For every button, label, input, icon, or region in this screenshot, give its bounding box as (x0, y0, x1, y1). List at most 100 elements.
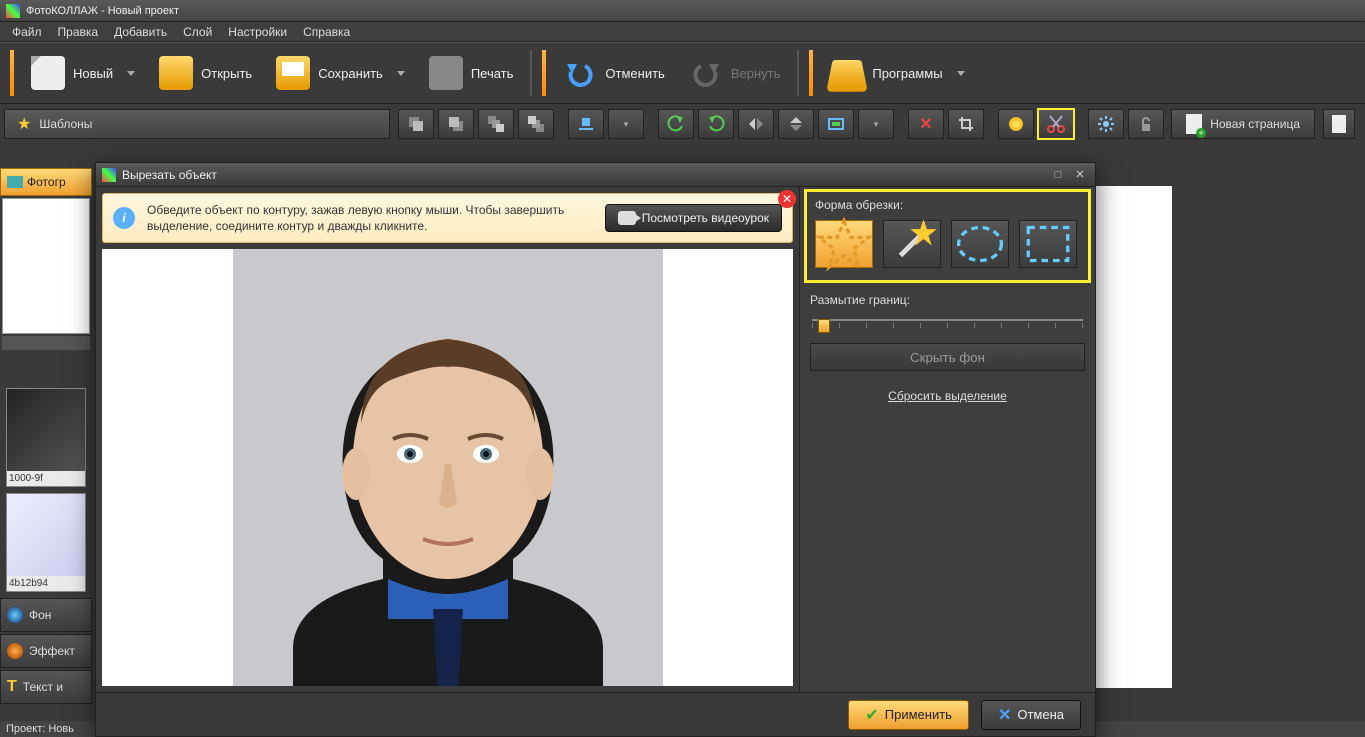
menu-settings[interactable]: Настройки (222, 23, 293, 41)
undo-label: Отменить (605, 66, 664, 81)
menu-layer[interactable]: Слой (177, 23, 218, 41)
toolbar-accent (10, 50, 14, 96)
thumbnail-item[interactable]: 1000-9f (6, 388, 86, 487)
text-icon: T (7, 678, 17, 696)
lock-button[interactable] (1128, 109, 1164, 139)
align-center-button[interactable] (568, 109, 604, 139)
send-back-button[interactable] (518, 109, 554, 139)
watch-video-button[interactable]: Посмотреть видеоурок (605, 204, 782, 232)
info-banner: i Обведите объект по контуру, зажав леву… (102, 193, 793, 243)
thumbnail-strip[interactable] (2, 198, 90, 334)
sidebar-fx-label: Эффект (29, 644, 75, 658)
templates-button[interactable]: ★ Шаблоны (4, 109, 390, 139)
flip-v-button[interactable] (778, 109, 814, 139)
bring-front-button[interactable] (478, 109, 514, 139)
toolbar-accent (542, 50, 546, 96)
thumbnail-image (7, 494, 85, 576)
cut-object-dialog: Вырезать объект □ ✕ i Обведите объект по… (95, 162, 1096, 737)
x-icon: ✕ (998, 705, 1011, 725)
globe-icon (7, 607, 23, 623)
toolbar-accent (809, 50, 813, 96)
banner-close-button[interactable]: ✕ (778, 190, 796, 208)
fit-screen-button[interactable] (818, 109, 854, 139)
sidebar-bg-label: Фон (29, 608, 51, 622)
fit-dropdown-button[interactable]: ▾ (858, 109, 894, 139)
align-dropdown-button[interactable]: ▾ (608, 109, 644, 139)
secondary-toolbar-row: ★ Шаблоны ▾ ▾ ✕ + Новая страница (0, 104, 1365, 144)
maximize-button[interactable]: □ (1049, 168, 1067, 182)
apply-label: Применить (885, 707, 952, 722)
rotate-cw-button[interactable] (698, 109, 734, 139)
crop-shape-label: Форма обрезки: (815, 198, 1080, 212)
chevron-down-icon (127, 71, 135, 76)
settings-button[interactable] (1088, 109, 1124, 139)
hide-background-button[interactable]: Скрыть фон (810, 343, 1085, 371)
sidebar-section-fx[interactable]: Эффект (0, 634, 92, 668)
image-preview-area[interactable] (102, 249, 793, 686)
cut-object-button[interactable] (1038, 109, 1074, 139)
apply-button[interactable]: ✔ Применить (848, 700, 969, 730)
page-gear-icon (1332, 115, 1346, 133)
new-file-icon (31, 56, 65, 90)
undo-button[interactable]: Отменить (552, 46, 675, 100)
reset-selection-link[interactable]: Сбросить выделение (810, 389, 1085, 403)
bring-forward-button[interactable] (398, 109, 434, 139)
thumbnail-caption: 1000-9f (7, 471, 85, 486)
shape-rect-button[interactable] (1019, 220, 1077, 268)
send-backward-button[interactable] (438, 109, 474, 139)
box-icon (827, 60, 868, 92)
open-button[interactable]: Открыть (148, 46, 263, 100)
delete-button[interactable]: ✕ (908, 109, 944, 139)
save-button[interactable]: Сохранить (265, 46, 416, 100)
print-icon (429, 56, 463, 90)
tab-photos-label: Фотогр (27, 175, 66, 189)
tab-photos[interactable]: Фотогр (0, 168, 92, 196)
rotate-ccw-button[interactable] (658, 109, 694, 139)
app-icon (6, 4, 20, 18)
thumbnail-caption: 4b12b94 (7, 576, 85, 591)
templates-label: Шаблоны (39, 117, 92, 131)
new-button[interactable]: Новый (20, 46, 146, 100)
flip-h-button[interactable] (738, 109, 774, 139)
redo-button[interactable]: Вернуть (678, 46, 792, 100)
menu-edit[interactable]: Правка (52, 23, 105, 41)
programs-button[interactable]: Программы (819, 46, 975, 100)
crop-button[interactable] (948, 109, 984, 139)
sidebar-section-text[interactable]: T Текст и (0, 670, 92, 704)
main-toolbar: Новый Открыть Сохранить Печать Отменить … (0, 42, 1365, 104)
close-button[interactable]: ✕ (1071, 168, 1089, 182)
info-icon: i (113, 207, 135, 229)
effects-button[interactable] (998, 109, 1034, 139)
webcam-icon (618, 211, 636, 225)
dialog-title: Вырезать объект (122, 168, 217, 182)
menu-help[interactable]: Справка (297, 23, 356, 41)
menu-file[interactable]: Файл (6, 23, 48, 41)
thumbnail-item[interactable]: 4b12b94 (6, 493, 86, 592)
shape-ellipse-button[interactable] (951, 220, 1009, 268)
shape-magic-wand-button[interactable] (883, 220, 941, 268)
video-btn-label: Посмотреть видеоурок (642, 211, 769, 225)
palette-icon (7, 643, 23, 659)
left-panel: Фотогр 1000-9f 4b12b94 Фон Эффект T Текс… (0, 144, 92, 721)
open-label: Открыть (201, 66, 252, 81)
sidebar-text-label: Текст и (23, 680, 63, 694)
shape-freeform-button[interactable] (815, 220, 873, 268)
menubar: Файл Правка Добавить Слой Настройки Спра… (0, 22, 1365, 42)
print-button[interactable]: Печать (418, 46, 525, 100)
menu-add[interactable]: Добавить (108, 23, 173, 41)
sidebar-section-bg[interactable]: Фон (0, 598, 92, 632)
info-text: Обведите объект по контуру, зажав левую … (147, 202, 593, 234)
photo-icon (7, 176, 23, 188)
redo-icon (689, 56, 723, 90)
page-settings-button[interactable] (1323, 109, 1355, 139)
dialog-icon (102, 168, 116, 182)
scrollbar[interactable] (2, 336, 90, 350)
dialog-titlebar[interactable]: Вырезать объект □ ✕ (96, 163, 1095, 187)
blur-slider[interactable] (812, 315, 1083, 325)
programs-label: Программы (872, 66, 942, 81)
folder-open-icon (159, 56, 193, 90)
new-page-button[interactable]: + Новая страница (1171, 109, 1315, 139)
new-page-label: Новая страница (1210, 117, 1300, 131)
cancel-button[interactable]: ✕ Отмена (981, 700, 1081, 730)
portrait-image (233, 249, 663, 686)
